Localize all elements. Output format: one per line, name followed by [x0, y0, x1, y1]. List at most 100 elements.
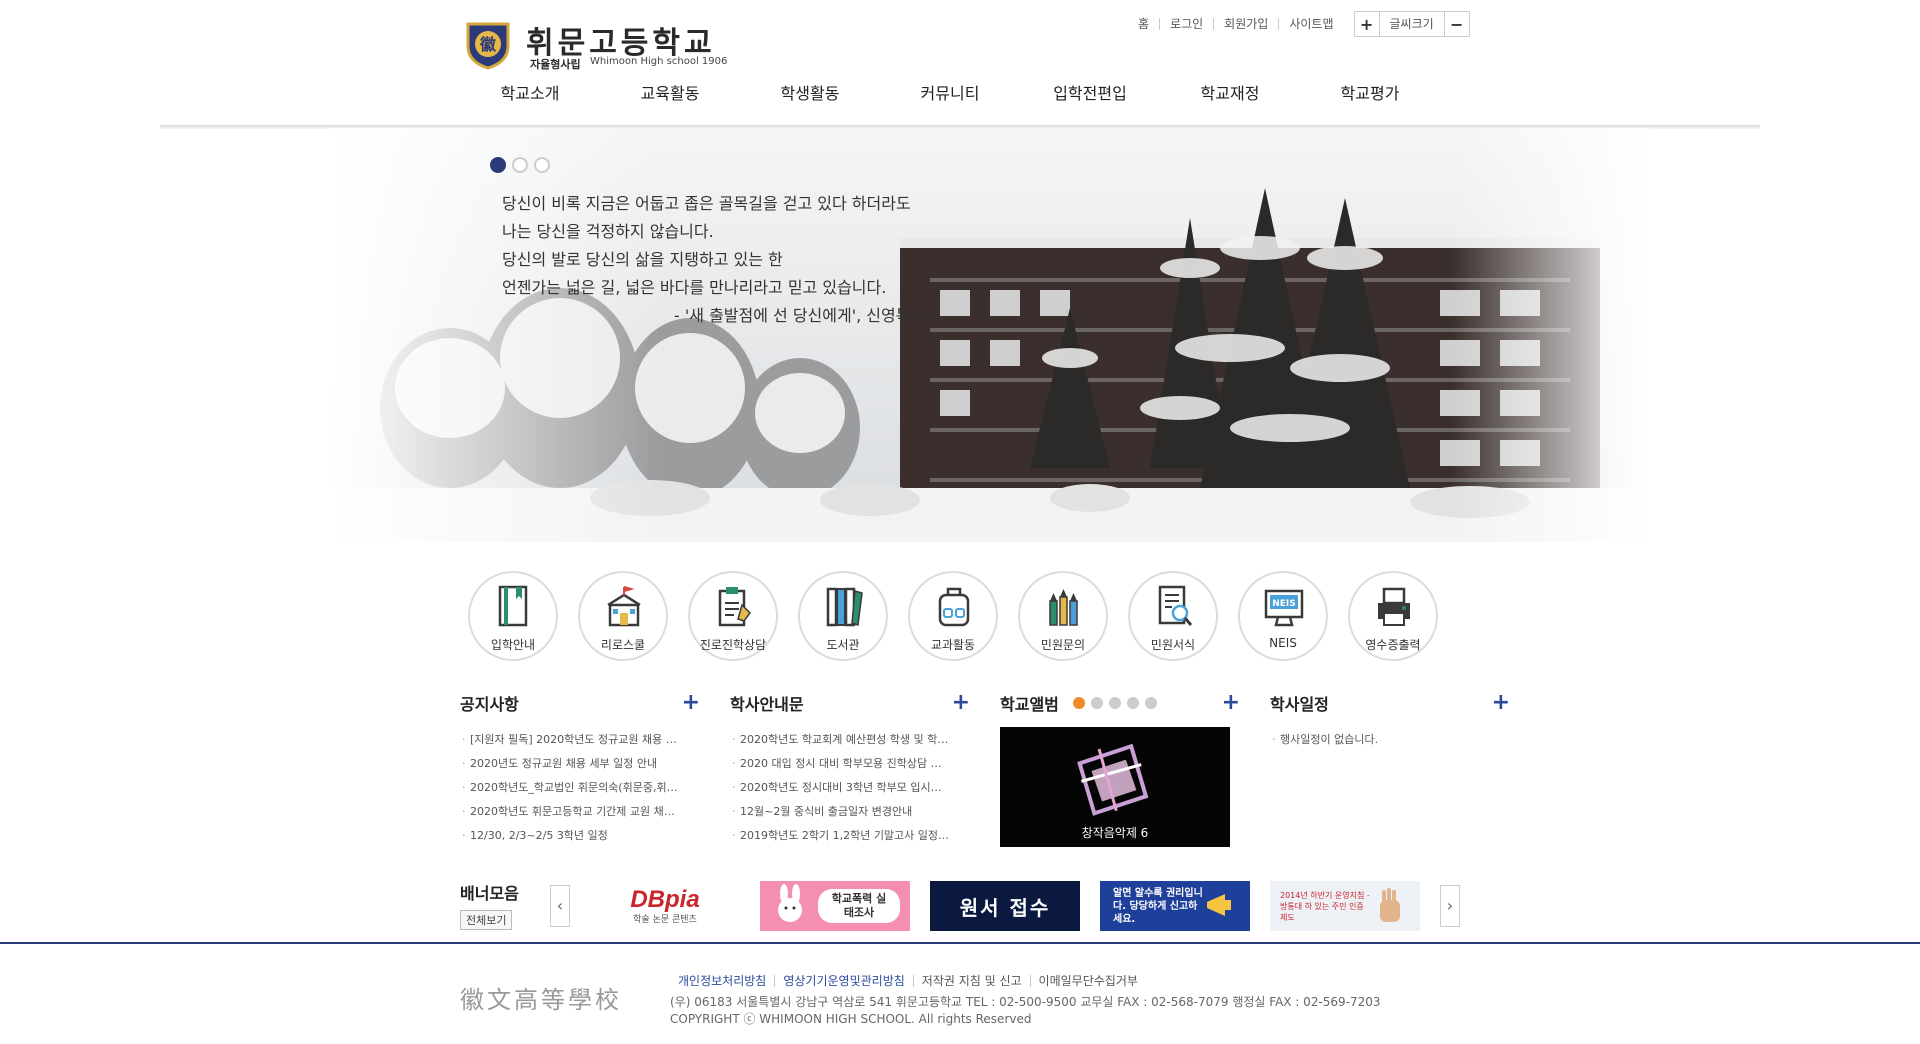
notice-item[interactable]: 2020학년도_학교법인 휘문의숙(휘문중,휘문고) 공고: [460, 776, 680, 800]
printer-icon: [1378, 587, 1410, 626]
font-decrease-button[interactable]: −: [1445, 12, 1469, 36]
banner-application[interactable]: 원서 접수: [930, 881, 1080, 931]
schedule-title: 학사일정: [1270, 695, 1329, 714]
rabbit-mascot-icon: [778, 884, 802, 922]
font-size-control: + 글씨크기 −: [1353, 11, 1470, 37]
nav-item-evaluation[interactable]: 학교평가: [1300, 80, 1440, 110]
album-photo[interactable]: 창작음악제 6: [1000, 727, 1230, 847]
album-board: 학교앨범 + 창작음악제 6: [1000, 690, 1240, 850]
quick-link-label: 영수증출력: [1365, 638, 1421, 652]
quick-link-label: 리로스쿨: [600, 638, 646, 652]
copyright-policy-link[interactable]: 저작권 지침 및 신고: [912, 975, 1030, 987]
album-more-button[interactable]: +: [1222, 692, 1240, 714]
academic-item[interactable]: 2020학년도 학교회계 예산편성 학생 및 학부모 의견 수렴: [730, 728, 950, 752]
footer-copyright: COPYRIGHT ⓒ WHIMOON HIGH SCHOOL. All rig…: [670, 1012, 1032, 1026]
bag-icon: [938, 587, 970, 627]
books-icon: [826, 587, 863, 627]
schedule-item: 행사일정이 없습니다.: [1270, 728, 1490, 752]
quick-link-receipt[interactable]: 영수증출력: [1348, 571, 1438, 661]
school-icon: [607, 586, 641, 627]
banner-dbpia-sub: 학술 논문 콘텐츠: [633, 914, 697, 925]
footer-address: (우) 06183 서울특별시 강남구 역삼로 541 휘문고등학교 TEL :…: [670, 995, 1381, 1009]
quick-link-library[interactable]: 도서관: [798, 571, 888, 661]
album-dot[interactable]: [1108, 697, 1121, 709]
quick-link-label: 도서관: [826, 638, 860, 652]
quick-link-inquiry[interactable]: 민원문의: [1018, 571, 1108, 661]
notice-title: 공지사항: [460, 695, 519, 714]
academic-more-button[interactable]: +: [952, 692, 970, 714]
notice-item[interactable]: [지원자 필독] 2020학년도 정규교원 채용 공고: [460, 728, 680, 752]
pencils-icon: [1049, 589, 1078, 626]
academic-title: 학사안내문: [730, 695, 804, 714]
notice-item[interactable]: 12/30, 2/3~2/5 3학년 일정: [460, 824, 680, 848]
font-size-label: 글씨크기: [1378, 12, 1445, 36]
academic-item[interactable]: 2020 대입 정시 대비 학부모용 진학상담 안내: [730, 752, 950, 776]
nav-item-finance[interactable]: 학교재정: [1160, 80, 1300, 110]
notice-item[interactable]: 2020학년도 휘문고등학교 기간제 교원 채용 공고: [460, 800, 680, 824]
login-link[interactable]: 로그인: [1159, 18, 1213, 30]
banner-dbpia-logo: DBpia: [630, 885, 700, 913]
banner-section-header: 배너모음 전체보기: [460, 880, 519, 930]
quote-line: 언젠가는 넓은 길, 넓은 바다를 만나리라고 믿고 있습니다.: [502, 278, 887, 297]
banner-school-violence-text: 학교폭력 실태조사: [818, 889, 900, 923]
nav-item-about[interactable]: 학교소개: [460, 80, 600, 110]
sitemap-link[interactable]: 사이트맵: [1278, 18, 1343, 30]
notice-more-button[interactable]: +: [682, 692, 700, 714]
nav-item-education[interactable]: 교육활동: [600, 80, 740, 110]
quick-link-admission[interactable]: 입학안내: [468, 571, 558, 661]
logo-subtitle: 자율형사립: [530, 58, 581, 71]
school-logo[interactable]: 徽 휘문고등학교 자율형사립 Whimoon High school 1906: [462, 14, 732, 72]
view-all-banners-button[interactable]: 전체보기: [460, 910, 513, 930]
slide-dot-3[interactable]: [534, 157, 550, 173]
banner-prev-button[interactable]: ‹: [550, 885, 570, 927]
svg-text:徽: 徽: [479, 35, 497, 54]
quick-link-forms[interactable]: 민원서식: [1128, 571, 1218, 661]
banner-rights[interactable]: 알면 알수록 권리입니다. 당당하게 신고하세요.: [1100, 881, 1250, 931]
academic-board: 학사안내문 + 2020학년도 학교회계 예산편성 학생 및 학부모 의견 수렴…: [730, 690, 970, 849]
slide-dot-1[interactable]: [490, 157, 506, 173]
privacy-policy-link[interactable]: 개인정보처리방침: [678, 975, 774, 987]
svg-text:NEIS: NEIS: [1272, 599, 1296, 609]
font-increase-button[interactable]: +: [1355, 12, 1379, 36]
quote-line: 당신이 비록 지금은 어둡고 좁은 골목길을 걷고 있다 하더라도: [502, 194, 911, 213]
album-slide-indicators: [1072, 697, 1157, 709]
nav-item-community[interactable]: 커뮤니티: [880, 80, 1020, 110]
banner-dbpia[interactable]: DBpia 학술 논문 콘텐츠: [590, 881, 740, 931]
quote-line: 당신의 발로 당신의 삶을 지탱하고 있는 한: [502, 250, 783, 269]
megaphone-icon: [1207, 894, 1231, 916]
clipboard-pen-icon: [718, 587, 751, 627]
cctv-policy-link[interactable]: 영상기기운영및관리방침: [774, 975, 912, 987]
album-dot[interactable]: [1090, 697, 1103, 709]
quick-link-riroschool[interactable]: 리로스쿨: [578, 571, 668, 661]
footer-logo: 徽文高等學校: [460, 986, 622, 1014]
slide-dot-2[interactable]: [512, 157, 528, 173]
schedule-more-button[interactable]: +: [1492, 692, 1510, 714]
quick-link-label: 민원서식: [1150, 638, 1196, 652]
footer-address-block: (우) 06183 서울특별시 강남구 역삼로 541 휘문고등학교 TEL :…: [670, 994, 1381, 1028]
banner-next-button[interactable]: ›: [1440, 885, 1460, 927]
home-link[interactable]: 홈: [1128, 18, 1159, 30]
quick-link-curriculum[interactable]: 교과활동: [908, 571, 998, 661]
signup-link[interactable]: 회원가입: [1213, 18, 1278, 30]
logo-english: Whimoon High school 1906: [590, 56, 728, 67]
quick-link-label: NEIS: [1269, 636, 1297, 650]
banner-application-text: 원서 접수: [959, 895, 1051, 920]
album-dot[interactable]: [1072, 697, 1085, 709]
nav-item-student[interactable]: 학생활동: [740, 80, 880, 110]
nav-item-admission[interactable]: 입학전편입: [1020, 80, 1160, 110]
academic-item[interactable]: 12월~2월 중식비 출금일자 변경안내: [730, 800, 950, 824]
academic-item[interactable]: 2020학년도 정시대비 3학년 학부모 입시설명회 안내: [730, 776, 950, 800]
notice-item[interactable]: 2020년도 정규교원 채용 세부 일정 안내: [460, 752, 680, 776]
banner-certification-text: 2014년 하반기 운영지침 - 방통대 하 있는 주민 인증제도: [1280, 890, 1370, 922]
school-emblem-icon: 徽: [466, 22, 510, 70]
email-policy-link[interactable]: 이메일무단수집거부: [1029, 975, 1146, 987]
album-dot[interactable]: [1126, 697, 1139, 709]
banner-certification[interactable]: 2014년 하반기 운영지침 - 방통대 하 있는 주민 인증제도: [1270, 881, 1420, 931]
album-title: 학교앨범: [1000, 695, 1059, 714]
quick-link-neis[interactable]: NEIS NEIS: [1238, 571, 1328, 661]
banner-school-violence[interactable]: 학교폭력 실태조사: [760, 881, 910, 931]
quick-link-career[interactable]: 진로진학상담: [688, 571, 778, 661]
academic-item[interactable]: 2019학년도 2학기 1,2학년 기말고사 일정 안내: [730, 824, 950, 848]
quote-line: 나는 당신을 걱정하지 않습니다.: [502, 222, 714, 241]
album-dot[interactable]: [1144, 697, 1157, 709]
